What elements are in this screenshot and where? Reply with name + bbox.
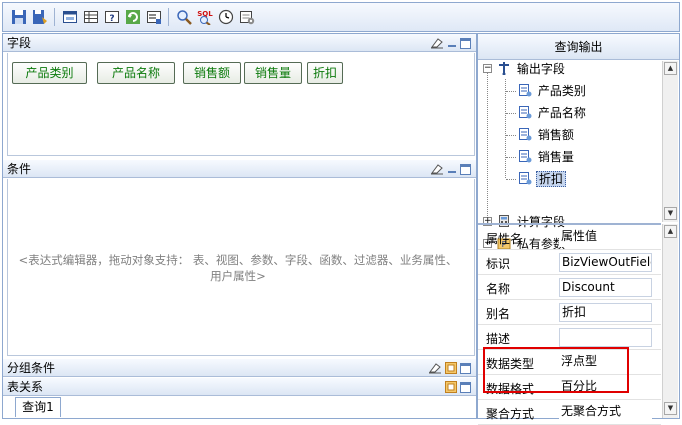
placeholder-line-2: 用户属性> xyxy=(210,269,266,283)
conditions-header: 条件 xyxy=(3,160,476,178)
field-icon xyxy=(519,172,532,185)
collapse-toggle[interactable]: − xyxy=(483,64,492,73)
tab-query1[interactable]: 查询1 xyxy=(15,397,61,417)
output-tree: − 输出字段 产品类别 产品名称 销售额 销售量 折扣 + 计算字段 + P 私… xyxy=(478,61,661,249)
group-conditions-header: 分组条件 xyxy=(3,359,476,377)
table-relations-title: 表关系 xyxy=(7,380,44,394)
refresh-icon[interactable] xyxy=(123,8,142,27)
save-icon[interactable] xyxy=(9,8,28,27)
fields-title: 字段 xyxy=(7,36,32,50)
tree-node-label: 输出字段 xyxy=(516,62,565,76)
property-value-input[interactable]: Discount xyxy=(559,278,652,297)
field-sales-volume[interactable]: 销售量 xyxy=(244,62,302,84)
tree-guide-line xyxy=(487,72,488,222)
properties-scrollbar[interactable]: ▲ ▼ xyxy=(662,224,678,418)
scroll-down-icon[interactable]: ▼ xyxy=(664,207,677,220)
design-area: 字段 产品类别 产品名称 销售额 销售量 折扣 条件 分组条件 表关系 xyxy=(2,33,477,419)
property-value[interactable]: 无聚合方式 xyxy=(559,403,652,422)
property-value-input[interactable]: BizViewOutField xyxy=(559,253,652,272)
field-product-category[interactable]: 产品类别 xyxy=(12,62,87,84)
property-row: 标识 BizViewOutField xyxy=(478,250,661,275)
tree-node-label: 销售量 xyxy=(537,150,574,164)
search-icon[interactable] xyxy=(174,8,193,27)
tree-node-output-fields[interactable]: 输出字段 xyxy=(497,61,567,78)
scroll-up-icon[interactable]: ▲ xyxy=(664,62,677,75)
sql-icon[interactable]: SQL xyxy=(195,8,214,27)
maximize-icon[interactable] xyxy=(460,162,471,180)
tree-node-label: 产品名称 xyxy=(537,106,586,120)
svg-text:?: ? xyxy=(109,14,114,24)
tree-node-label: 销售额 xyxy=(537,128,574,142)
tree-guide-line xyxy=(506,91,516,92)
eraser-icon[interactable] xyxy=(430,162,444,180)
field-sales-amount[interactable]: 销售额 xyxy=(183,62,241,84)
output-fields-icon xyxy=(499,62,509,76)
scroll-down-icon[interactable]: ▼ xyxy=(664,402,677,415)
tree-guide-line xyxy=(505,79,506,178)
help-icon[interactable]: ? xyxy=(102,8,121,27)
maximize-icon[interactable] xyxy=(460,361,471,379)
tree-node-field-selected[interactable]: 折扣 xyxy=(518,170,566,188)
export-icon[interactable] xyxy=(144,8,163,27)
window-icon[interactable] xyxy=(60,8,79,27)
tree-guide-line xyxy=(506,113,516,114)
field-icon xyxy=(519,128,532,141)
field-icon xyxy=(519,84,532,97)
field-discount[interactable]: 折扣 xyxy=(307,62,343,84)
restore-icon[interactable] xyxy=(445,380,457,398)
property-name: 别名 xyxy=(486,307,511,321)
placeholder-line-1: <表达式编辑器，拖动对象支持： 表、视图、参数、字段、函数、过滤器、业务属性、 xyxy=(18,253,458,267)
table-icon[interactable] xyxy=(81,8,100,27)
fields-header: 字段 xyxy=(3,34,476,52)
field-icon xyxy=(519,150,532,163)
tree-guide-line xyxy=(506,135,516,136)
settings-icon[interactable] xyxy=(237,8,256,27)
eraser-icon[interactable] xyxy=(428,361,442,379)
save-as-icon[interactable] xyxy=(30,8,49,27)
property-value-header: 属性值 xyxy=(559,228,652,247)
tree-node-label: 折扣 xyxy=(535,171,566,187)
field-icon xyxy=(519,106,532,119)
maximize-icon[interactable] xyxy=(460,380,471,398)
expression-placeholder: <表达式编辑器，拖动对象支持： 表、视图、参数、字段、函数、过滤器、业务属性、 … xyxy=(4,252,472,284)
toolbar: ? SQL xyxy=(2,2,680,32)
minimize-icon[interactable] xyxy=(447,162,457,180)
tree-node-field[interactable]: 销售量 xyxy=(518,148,576,166)
tree-guide-line xyxy=(506,179,516,180)
minimize-icon[interactable] xyxy=(447,36,457,54)
maximize-icon[interactable] xyxy=(460,36,471,54)
tree-scrollbar[interactable]: ▲ ▼ xyxy=(662,61,678,222)
property-name: 标识 xyxy=(486,257,511,271)
property-name: 描述 xyxy=(486,332,511,346)
table-relations-header: 表关系 xyxy=(3,378,476,396)
property-value-input[interactable] xyxy=(559,328,652,347)
field-product-name[interactable]: 产品名称 xyxy=(97,62,175,84)
scroll-up-icon[interactable]: ▲ xyxy=(664,225,677,238)
group-conditions-title: 分组条件 xyxy=(7,361,56,375)
tree-node-label: 产品类别 xyxy=(537,84,586,98)
property-name-header: 属性名 xyxy=(486,232,523,246)
tree-node-field[interactable]: 产品名称 xyxy=(518,104,588,122)
property-value-input[interactable]: 折扣 xyxy=(559,303,652,322)
eraser-icon[interactable] xyxy=(430,36,444,54)
property-row: 名称 Discount xyxy=(478,275,661,300)
query-output-title: 查询输出 xyxy=(478,34,679,60)
restore-icon[interactable] xyxy=(445,361,457,379)
toolbar-separator xyxy=(168,8,169,26)
property-row: 聚合方式 无聚合方式 xyxy=(478,400,661,425)
property-name: 聚合方式 xyxy=(486,407,535,421)
clock-icon[interactable] xyxy=(216,8,235,27)
conditions-title: 条件 xyxy=(7,162,32,176)
property-row: 别名 折扣 xyxy=(478,300,661,325)
properties-header: 属性名 属性值 xyxy=(478,225,661,250)
tree-guide-line xyxy=(506,157,516,158)
tree-node-field[interactable]: 销售额 xyxy=(518,126,576,144)
toolbar-separator xyxy=(54,8,55,26)
property-name: 名称 xyxy=(486,282,511,296)
tree-node-field[interactable]: 产品类别 xyxy=(518,82,588,100)
highlight-annotation xyxy=(483,347,629,393)
